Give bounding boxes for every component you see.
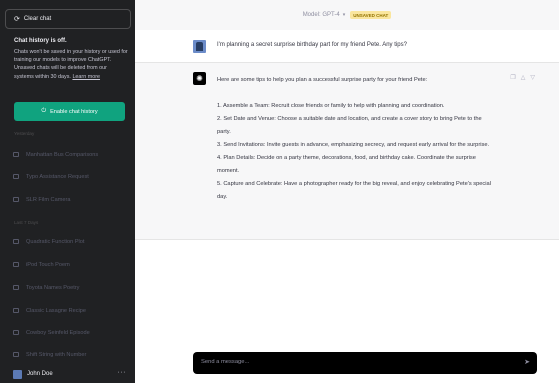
- chat-bubble-icon: [13, 285, 19, 290]
- sidebar: ⟳ Clear chat Chat history is off. Chats …: [0, 0, 135, 383]
- chat-bubble-icon: [13, 308, 19, 313]
- section-label-yesterday: Yesterday: [14, 131, 35, 136]
- refresh-icon: ⟳: [14, 16, 20, 23]
- enable-chat-history-button[interactable]: ⏻ Enable chat history: [14, 102, 125, 121]
- history-item-label: Manhattan Bus Comparisons: [26, 151, 99, 158]
- user-menu[interactable]: John Doe ···: [0, 365, 135, 383]
- history-item[interactable]: SLR Film Camera: [13, 194, 128, 205]
- notice-body: Chats won't be saved in your history or …: [14, 48, 128, 81]
- chat-bubble-icon: [13, 352, 19, 357]
- chat-bubble-icon: [13, 262, 19, 267]
- history-item[interactable]: Quadratic Function Plot: [13, 236, 128, 247]
- history-item[interactable]: Typo Assistance Request: [13, 171, 128, 182]
- avatar: [13, 369, 22, 379]
- user-message-text: I'm planning a secret surprise birthday …: [217, 42, 407, 48]
- chat-bubble-icon: [13, 174, 19, 179]
- chat-history-notice: Chat history is off. Chats won't be save…: [14, 38, 128, 81]
- model-selector[interactable]: Model: GPT-4: [303, 12, 340, 18]
- chat-main: Model: GPT-4 ▾ UNSAVED CHAT I'm planning…: [135, 0, 559, 383]
- message-input[interactable]: Send a message...: [201, 359, 249, 365]
- chat-bubble-icon: [13, 239, 19, 244]
- chevron-down-icon[interactable]: ▾: [343, 12, 346, 18]
- tip-item: 3. Send Invitations: Invite guests in ad…: [217, 142, 490, 148]
- notice-title: Chat history is off.: [14, 38, 67, 44]
- tip-item: 2. Set Date and Venue: Choose a suitable…: [217, 116, 482, 135]
- message-composer[interactable]: Send a message... ➤: [193, 352, 537, 374]
- assistant-message: ✺ Here are some tips to help you plan a …: [135, 63, 559, 240]
- learn-more-link[interactable]: Learn more: [72, 74, 100, 80]
- thumbs-up-icon[interactable]: △: [521, 74, 526, 81]
- history-item-label: Classic Lasagne Recipe: [26, 307, 87, 314]
- history-item-label: Shift String with Number: [26, 351, 87, 358]
- history-item[interactable]: Classic Lasagne Recipe: [13, 305, 128, 316]
- chat-bubble-icon: [13, 197, 19, 202]
- power-icon: ⏻: [41, 108, 47, 114]
- tip-item: 5. Capture and Celebrate: Have a photogr…: [217, 181, 491, 200]
- history-item[interactable]: Toyota Names Poetry: [13, 282, 128, 293]
- history-item-label: SLR Film Camera: [26, 196, 71, 203]
- chat-bubble-icon: [13, 330, 19, 335]
- history-item[interactable]: Manhattan Bus Comparisons: [13, 149, 128, 160]
- unsaved-chat-badge: UNSAVED CHAT: [350, 11, 392, 19]
- tip-item: 1. Assemble a Team: Recruit close friend…: [217, 103, 445, 109]
- clear-chat-label: Clear chat: [23, 16, 52, 22]
- enable-chat-history-label: Enable chat history: [50, 108, 98, 115]
- section-label-last-7-days: Last 7 Days: [14, 220, 39, 225]
- send-icon[interactable]: ➤: [524, 358, 530, 366]
- history-item[interactable]: Shift String with Number: [13, 349, 128, 360]
- history-item[interactable]: Cowboy Seinfeld Episode: [13, 327, 128, 338]
- chat-bubble-icon: [13, 152, 19, 157]
- history-item-label: iPod Touch Poem: [26, 261, 70, 268]
- tip-item: 4. Plan Details: Decide on a party theme…: [217, 155, 476, 174]
- assistant-intro: Here are some tips to help you plan a su…: [217, 77, 428, 83]
- notice-text: Chats won't be saved in your history or …: [14, 49, 128, 80]
- copy-icon[interactable]: ❐: [510, 74, 515, 81]
- model-header: Model: GPT-4 ▾ UNSAVED CHAT: [135, 0, 559, 30]
- history-item-label: Cowboy Seinfeld Episode: [26, 329, 90, 336]
- assistant-message-body: Here are some tips to help you plan a su…: [217, 74, 491, 204]
- user-message: I'm planning a secret surprise birthday …: [135, 30, 559, 63]
- history-item-label: Typo Assistance Request: [26, 173, 89, 180]
- clear-chat-button[interactable]: ⟳ Clear chat: [5, 9, 131, 29]
- message-actions: ❐ △ ▽: [510, 74, 535, 81]
- history-item-label: Toyota Names Poetry: [26, 284, 80, 291]
- history-item[interactable]: iPod Touch Poem: [13, 259, 128, 270]
- openai-logo-icon: ✺: [193, 72, 206, 85]
- thumbs-down-icon[interactable]: ▽: [530, 74, 535, 81]
- more-icon[interactable]: ···: [118, 369, 127, 376]
- history-item-label: Quadratic Function Plot: [26, 238, 85, 245]
- avatar: [193, 40, 206, 53]
- user-name: John Doe: [27, 371, 53, 377]
